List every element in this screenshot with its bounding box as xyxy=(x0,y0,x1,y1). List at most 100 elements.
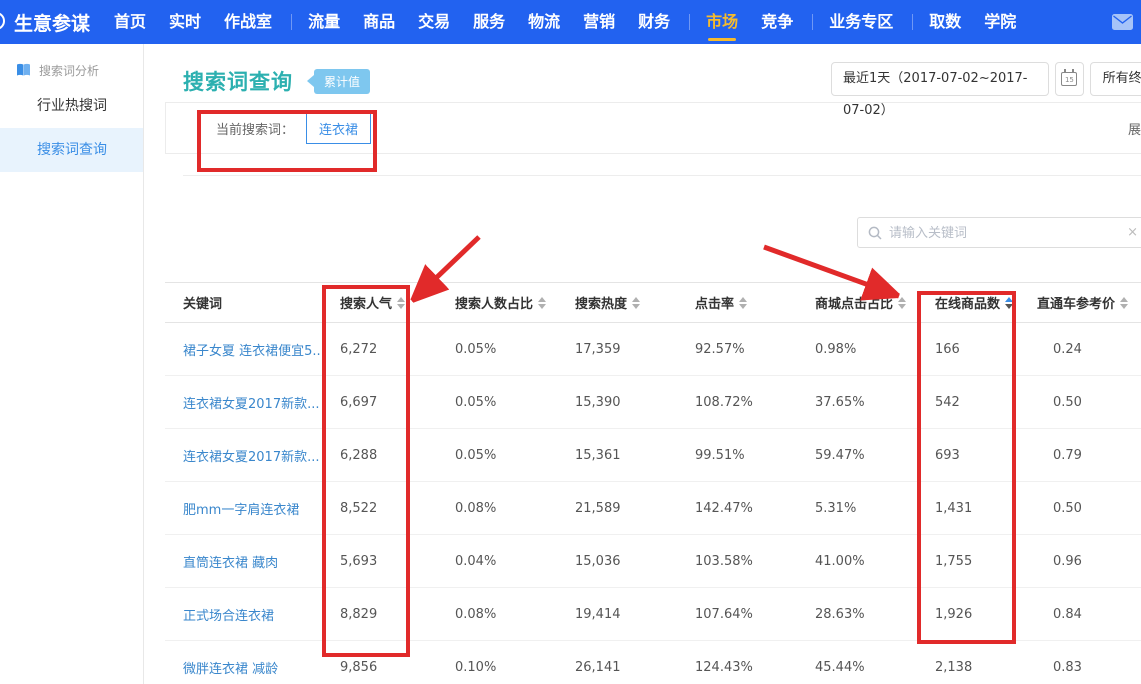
keyword-search-box: × xyxy=(857,217,1141,248)
col-header-searcher-ratio[interactable]: 搜索人数占比 xyxy=(437,283,557,323)
cell-online-products: 166 xyxy=(917,323,1035,376)
table-row: 肥mm一字肩连衣裙 8,522 0.08% 21,589 142.47% 5.3… xyxy=(165,482,1141,535)
sidebar-group-search-analysis: 搜索词分析 xyxy=(0,56,143,84)
cell-mall-click-ratio: 41.00% xyxy=(797,535,917,588)
cell-online-products: 542 xyxy=(917,376,1035,429)
cell-online-products: 2,138 xyxy=(917,641,1035,684)
expand-link[interactable]: 展开 xyxy=(1128,119,1141,138)
search-row: × xyxy=(150,176,1141,282)
cell-click-rate: 107.64% xyxy=(677,588,797,641)
table-row: 微胖连衣裙 减龄 9,856 0.10% 26,141 124.43% 45.4… xyxy=(165,641,1141,684)
nav-item-marketing[interactable]: 营销 xyxy=(583,0,615,44)
calendar-button[interactable]: 15 xyxy=(1055,62,1083,96)
nav-item-home[interactable]: 首页 xyxy=(114,0,146,44)
table-header-row: 关键词 搜索人气 搜索人数占比 搜索热度 点击率 商城点击占比 在线商品数 直通… xyxy=(165,283,1141,323)
sort-icon-active[interactable] xyxy=(1005,297,1013,309)
cell-search-popularity: 6,272 xyxy=(322,323,437,376)
col-header-search-popularity[interactable]: 搜索人气 xyxy=(322,283,437,323)
keyword-search-input[interactable] xyxy=(889,225,1109,240)
cell-ztc-ref-price: 0.24 xyxy=(1035,323,1141,376)
col-header-search-heat[interactable]: 搜索热度 xyxy=(557,283,677,323)
nav-item-academy[interactable]: 学院 xyxy=(984,0,1016,44)
col-header-online-products[interactable]: 在线商品数 xyxy=(917,283,1035,323)
nav-divider xyxy=(689,14,690,30)
clear-input-icon[interactable]: × xyxy=(1127,225,1138,240)
cell-ztc-ref-price: 0.79 xyxy=(1035,429,1141,482)
sort-icon[interactable] xyxy=(1120,297,1128,309)
cell-searcher-ratio: 0.04% xyxy=(437,535,557,588)
nav-divider xyxy=(812,14,813,30)
nav-item-traffic[interactable]: 流量 xyxy=(308,0,340,44)
keyword-link[interactable]: 连衣裙女夏2017新款... xyxy=(183,397,319,412)
sidebar-item-search-word-query[interactable]: 搜索词查询 xyxy=(0,128,143,172)
cell-online-products: 1,755 xyxy=(917,535,1035,588)
table-row: 正式场合连衣裙 8,829 0.08% 19,414 107.64% 28.63… xyxy=(165,588,1141,641)
top-nav: 生意参谋 首页 实时 作战室 流量 商品 交易 服务 物流 营销 财务 市场 竞… xyxy=(0,0,1141,44)
cell-search-heat: 26,141 xyxy=(557,641,677,684)
sort-icon[interactable] xyxy=(397,297,405,309)
sort-icon[interactable] xyxy=(739,297,747,309)
cell-search-popularity: 8,522 xyxy=(322,482,437,535)
keyword-tag[interactable]: 连衣裙 xyxy=(306,113,371,144)
book-icon xyxy=(16,63,31,77)
cell-ztc-ref-price: 0.50 xyxy=(1035,376,1141,429)
sort-icon[interactable] xyxy=(632,297,640,309)
table-row: 连衣裙女夏2017新款... 6,288 0.05% 15,361 99.51%… xyxy=(165,429,1141,482)
keyword-link[interactable]: 裙子女夏 连衣裙便宜5... xyxy=(183,344,322,359)
terminal-selector[interactable]: 所有终端 xyxy=(1090,62,1141,96)
cell-ztc-ref-price: 0.50 xyxy=(1035,482,1141,535)
cell-searcher-ratio: 0.05% xyxy=(437,429,557,482)
nav-item-business-zone[interactable]: 业务专区 xyxy=(829,0,893,44)
keyword-link[interactable]: 正式场合连衣裙 xyxy=(183,609,274,624)
table-row: 裙子女夏 连衣裙便宜5... 6,272 0.05% 17,359 92.57%… xyxy=(165,323,1141,376)
nav-item-market-active[interactable]: 市场 xyxy=(706,0,738,44)
cell-ztc-ref-price: 0.83 xyxy=(1035,641,1141,684)
cell-ztc-ref-price: 0.84 xyxy=(1035,588,1141,641)
nav-item-service[interactable]: 服务 xyxy=(473,0,505,44)
col-header-click-rate[interactable]: 点击率 xyxy=(677,283,797,323)
nav-item-finance[interactable]: 财务 xyxy=(638,0,670,44)
search-icon xyxy=(868,226,882,240)
cell-search-popularity: 9,856 xyxy=(322,641,437,684)
cell-click-rate: 103.58% xyxy=(677,535,797,588)
col-header-mall-click-ratio[interactable]: 商城点击占比 xyxy=(797,283,917,323)
cell-mall-click-ratio: 59.47% xyxy=(797,429,917,482)
sort-icon[interactable] xyxy=(538,297,546,309)
sort-icon[interactable] xyxy=(898,297,906,309)
app-logo[interactable]: 生意参谋 xyxy=(14,9,90,36)
cell-click-rate: 124.43% xyxy=(677,641,797,684)
sidebar-item-industry-hot-words[interactable]: 行业热搜词 xyxy=(0,84,143,128)
table-row: 连衣裙女夏2017新款... 6,697 0.05% 15,390 108.72… xyxy=(165,376,1141,429)
col-header-keyword: 关键词 xyxy=(165,283,322,323)
cell-mall-click-ratio: 5.31% xyxy=(797,482,917,535)
cell-online-products: 693 xyxy=(917,429,1035,482)
cell-search-heat: 15,361 xyxy=(557,429,677,482)
keyword-link[interactable]: 肥mm一字肩连衣裙 xyxy=(183,503,299,518)
calendar-icon: 15 xyxy=(1061,72,1077,86)
cell-search-heat: 15,390 xyxy=(557,376,677,429)
nav-item-trade[interactable]: 交易 xyxy=(418,0,450,44)
cell-search-popularity: 5,693 xyxy=(322,535,437,588)
nav-item-data-fetch[interactable]: 取数 xyxy=(929,0,961,44)
nav-item-realtime[interactable]: 实时 xyxy=(169,0,201,44)
date-range-selector[interactable]: 最近1天（2017-07-02~2017-07-02） xyxy=(831,62,1049,96)
mail-icon[interactable] xyxy=(1112,14,1133,30)
cell-search-popularity: 6,288 xyxy=(322,429,437,482)
page-title: 搜索词查询 xyxy=(183,66,293,96)
nav-item-logistics[interactable]: 物流 xyxy=(528,0,560,44)
keyword-link[interactable]: 连衣裙女夏2017新款... xyxy=(183,450,319,465)
keyword-link[interactable]: 微胖连衣裙 减龄 xyxy=(183,662,278,677)
nav-item-products[interactable]: 商品 xyxy=(363,0,395,44)
nav-item-competition[interactable]: 竞争 xyxy=(761,0,793,44)
cell-click-rate: 108.72% xyxy=(677,376,797,429)
cell-search-heat: 19,414 xyxy=(557,588,677,641)
sidebar: 搜索词分析 行业热搜词 搜索词查询 xyxy=(0,44,144,684)
cell-click-rate: 99.51% xyxy=(677,429,797,482)
keyword-link[interactable]: 直筒连衣裙 藏肉 xyxy=(183,556,278,571)
date-controls: 最近1天（2017-07-02~2017-07-02） 15 所有终端 xyxy=(831,62,1141,96)
col-header-ztc-ref-price[interactable]: 直通车参考价 xyxy=(1035,283,1141,323)
cell-ztc-ref-price: 0.96 xyxy=(1035,535,1141,588)
nav-item-warroom[interactable]: 作战室 xyxy=(224,0,272,44)
logo-icon xyxy=(0,0,10,44)
cell-mall-click-ratio: 45.44% xyxy=(797,641,917,684)
